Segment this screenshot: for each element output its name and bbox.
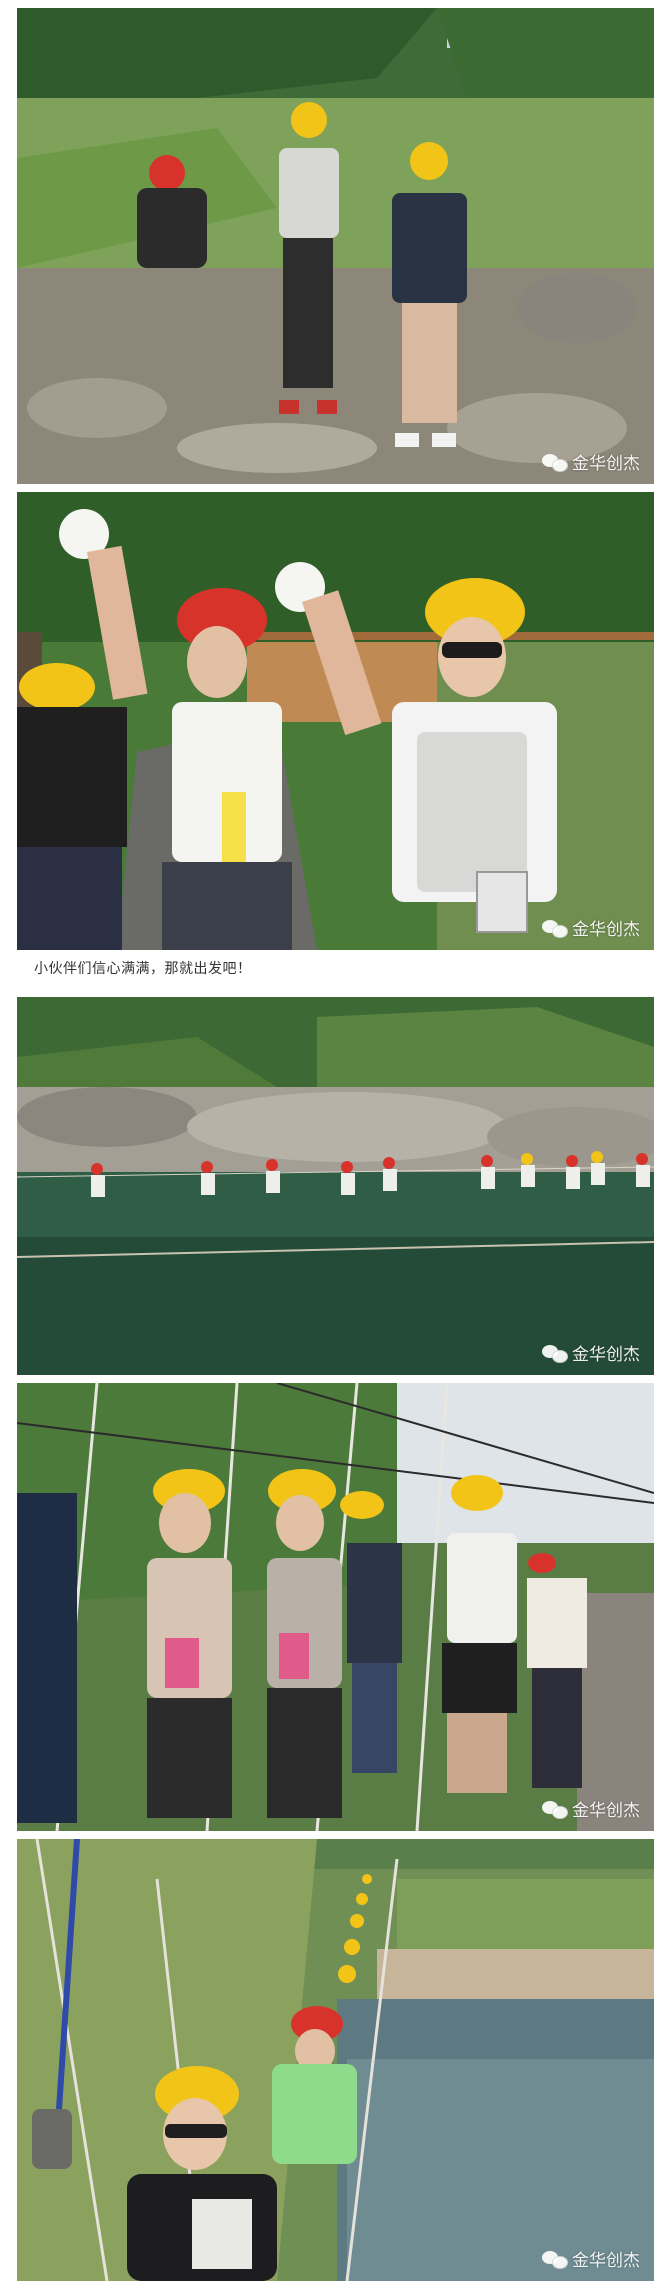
wechat-icon xyxy=(542,1799,568,1819)
wechat-icon xyxy=(542,452,568,472)
watermark: 金华创杰 xyxy=(542,1340,640,1365)
watermark-text: 金华创杰 xyxy=(572,1801,640,1821)
wechat-icon xyxy=(542,918,568,938)
watermark-text: 金华创杰 xyxy=(572,2251,640,2271)
watermark-text: 金华创杰 xyxy=(572,920,640,940)
watermark-text: 金华创杰 xyxy=(572,1345,640,1365)
watermark-text: 金华创杰 xyxy=(572,454,640,474)
photo-river-rope-crossing: 金华创杰 xyxy=(17,997,654,1375)
watermark: 金华创杰 xyxy=(542,2246,640,2271)
watermark: 金华创杰 xyxy=(542,1796,640,1821)
article-caption: 小伙伴们信心满满，那就出发吧！ xyxy=(34,961,252,977)
wechat-icon xyxy=(542,1343,568,1363)
watermark: 金华创杰 xyxy=(542,915,640,940)
photo-suspension-bridge-line: 金华创杰 xyxy=(17,1839,654,2281)
photo-wire-bridge-group: 金华创杰 xyxy=(17,1383,654,1831)
photo-two-women-waving: 金华创杰 xyxy=(17,492,654,950)
wechat-icon xyxy=(542,2249,568,2269)
photo-group-pose-rocks: 金华创杰 xyxy=(17,8,654,484)
watermark: 金华创杰 xyxy=(542,449,640,474)
